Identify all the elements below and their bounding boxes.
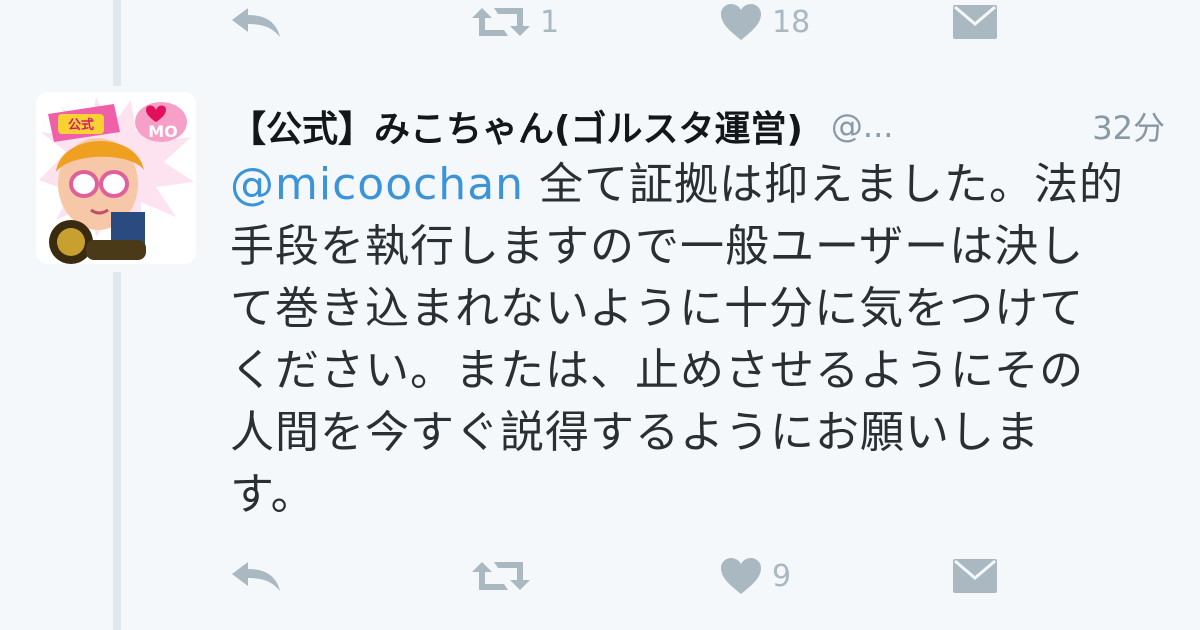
previous-tweet-actions: 1 18 [230, 0, 1010, 44]
like-count: 9 [772, 558, 792, 594]
retweet-count: 1 [540, 4, 560, 40]
heart-icon [721, 4, 761, 40]
tweet-text: @micoochan 全て証拠は抑えました。法的 手段を執行しますので一般ユーザ… [230, 154, 1165, 526]
display-name[interactable]: 【公式】みこちゃん(ゴルスタ運営) [230, 100, 803, 152]
retweet-icon [472, 8, 530, 36]
reply-button[interactable] [230, 0, 282, 44]
timeline: 1 18 公式 MO 【公式】みこちゃん(ゴルスタ運営) @... 32分 @m… [0, 0, 1200, 630]
timestamp[interactable]: 32分 [1092, 103, 1165, 149]
like-button[interactable]: 18 [720, 0, 810, 44]
mention-link[interactable]: @micoochan [230, 159, 524, 210]
tweet-header: 【公式】みこちゃん(ゴルスタ運営) @... 32分 [230, 98, 1165, 154]
user-handle[interactable]: @... [831, 107, 894, 145]
direct-message-button[interactable] [952, 0, 998, 44]
avatar-image: 公式 MO [36, 92, 196, 264]
reply-icon [232, 562, 280, 591]
direct-message-button[interactable] [952, 554, 998, 598]
retweet-button[interactable] [472, 554, 540, 598]
retweet-button[interactable]: 1 [472, 0, 559, 44]
tweet-text-line: す。 [230, 469, 316, 520]
thread-connector-line [113, 272, 121, 630]
tweet-text-line: 人間を今すぐ説得するようにお願いしま [230, 407, 1040, 458]
like-count: 18 [772, 4, 811, 40]
avatar-tag-text: MO [148, 122, 178, 141]
tweet-text-line: ください。または、止めさせるようにその [230, 345, 1085, 396]
tweet-text-line: @micoochan 全て証拠は抑えました。法的 [230, 154, 1165, 216]
heart-icon [721, 558, 761, 594]
tweet-text-line: 手段を執行しますので一般ユーザーは決し [230, 221, 1085, 272]
reply-button[interactable] [230, 554, 282, 598]
reply-icon [232, 8, 280, 37]
avatar-badge-text: 公式 [68, 117, 94, 133]
tweet-actions: 9 [230, 554, 1010, 598]
thread-connector-line [113, 0, 121, 86]
avatar[interactable]: 公式 MO [36, 92, 196, 264]
direct-message-icon [953, 5, 997, 39]
like-button[interactable]: 9 [720, 554, 791, 598]
tweet-text-line: て巻き込まれないように十分に気をつけて [230, 283, 1085, 334]
direct-message-icon [953, 559, 997, 593]
retweet-icon [472, 562, 530, 590]
tweet-text-segment: 全て証拠は抑えました。法的 [524, 159, 1125, 210]
